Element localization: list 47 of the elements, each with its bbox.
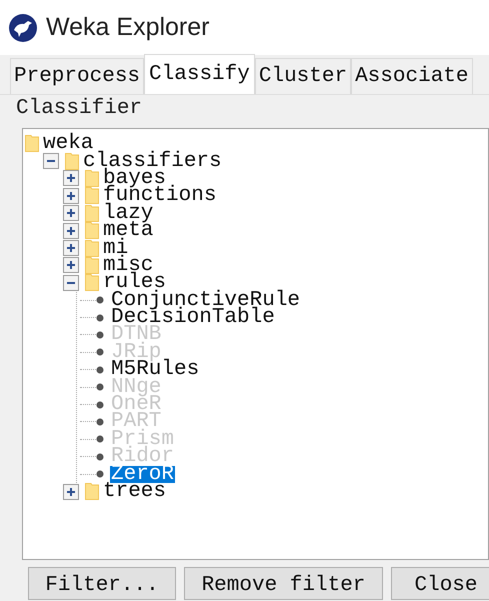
folder-icon: [65, 152, 79, 170]
dialog-button[interactable]: Close: [391, 567, 489, 600]
tree-item[interactable]: bayes: [103, 170, 166, 187]
tree-item[interactable]: DecisionTable: [110, 309, 276, 326]
leaf-dot-icon: [96, 348, 104, 356]
tree-item[interactable]: trees: [103, 483, 166, 500]
leaf-dot-icon: [96, 452, 104, 461]
leaf-dot-icon: [96, 314, 104, 322]
leaf-dot-icon: [96, 400, 104, 409]
leaf-dot-icon: [96, 435, 104, 444]
plus-toggle-icon[interactable]: [63, 240, 79, 256]
bird-logo-icon: [8, 12, 38, 42]
leaf-dot-icon: [96, 470, 104, 478]
leaf-dot-icon: [96, 383, 104, 392]
minus-toggle-icon[interactable]: [63, 274, 79, 291]
folder-icon: [85, 274, 99, 292]
plus-toggle-icon[interactable]: [63, 257, 79, 274]
leaf-dot-icon: [96, 330, 104, 339]
window-title: Weka Explorer: [46, 12, 210, 43]
leaf-dot-icon: [96, 296, 104, 304]
folder-icon: [85, 256, 99, 274]
minus-toggle-icon[interactable]: [43, 153, 59, 170]
tree-item[interactable]: M5Rules: [110, 361, 200, 378]
folder-icon: [85, 240, 99, 257]
folder-icon: [85, 187, 99, 204]
folder-icon: [85, 483, 99, 500]
folder-icon: [85, 204, 99, 222]
tab[interactable]: Preprocess: [10, 58, 144, 94]
leaf-dot-icon: [96, 418, 104, 426]
dialog-button[interactable]: Remove filter: [184, 567, 383, 600]
folder-icon: [85, 170, 99, 187]
panel-title: Classifier: [16, 97, 142, 121]
plus-toggle-icon[interactable]: [63, 188, 79, 204]
dialog-button[interactable]: Filter...: [28, 567, 176, 600]
folder-icon: [25, 135, 39, 152]
plus-toggle-icon[interactable]: [63, 222, 79, 239]
tree-item[interactable]: weka: [43, 135, 94, 152]
plus-toggle-icon[interactable]: [63, 205, 79, 222]
tab[interactable]: Cluster: [254, 58, 352, 94]
tree-item[interactable]: ConjunctiveRule: [110, 292, 302, 309]
tab[interactable]: Classify: [144, 54, 255, 94]
tree-item[interactable]: lazy: [103, 204, 154, 222]
plus-toggle-icon[interactable]: [63, 170, 79, 186]
leaf-dot-icon: [96, 366, 104, 374]
tab[interactable]: Associate: [351, 58, 472, 94]
plus-toggle-icon[interactable]: [63, 484, 79, 500]
folder-icon: [85, 222, 99, 240]
